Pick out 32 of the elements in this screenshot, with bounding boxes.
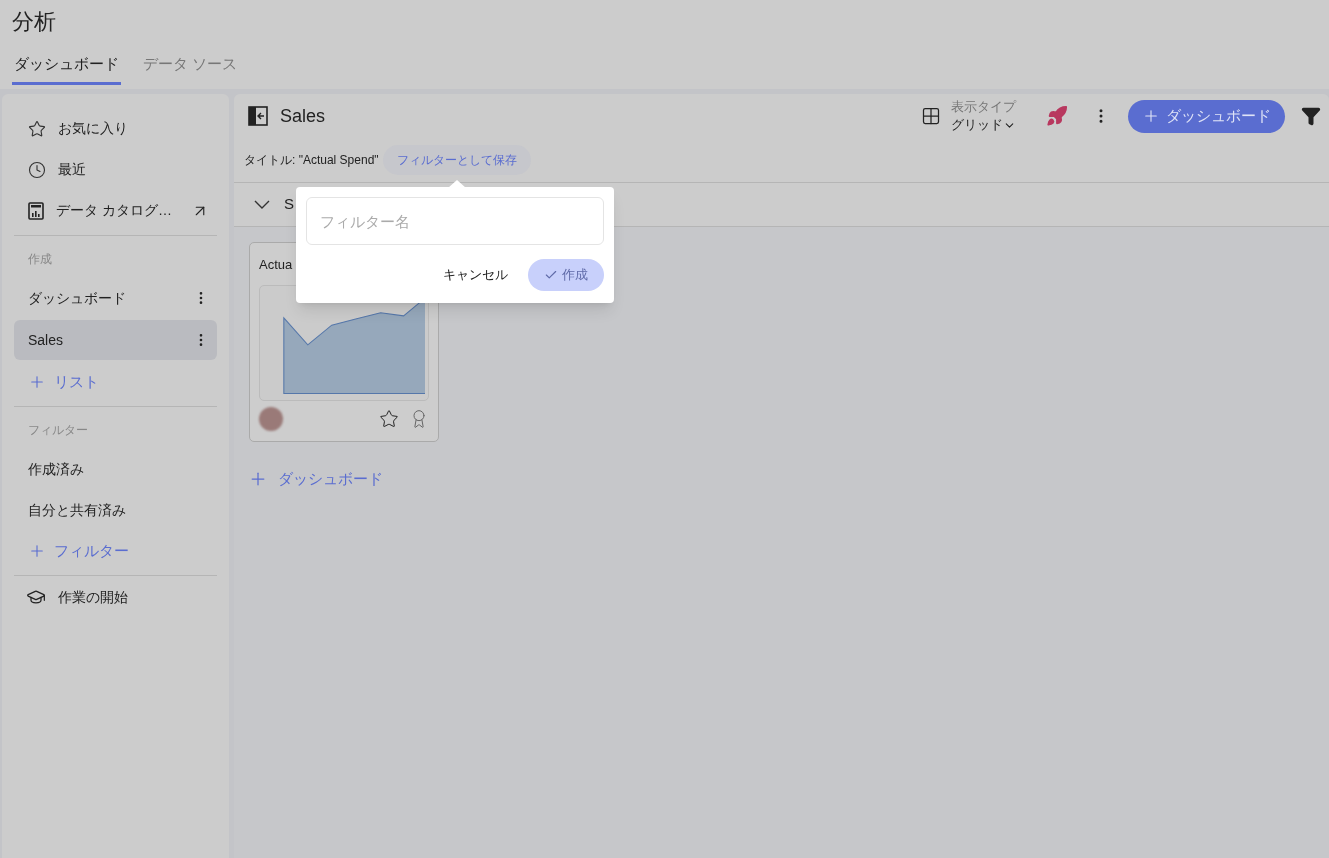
grid-icon bbox=[921, 106, 941, 126]
sidebar-item[interactable]: データ カタログ… bbox=[14, 190, 217, 231]
list-item[interactable]: ダッシュボード bbox=[14, 278, 217, 318]
sidebar-item[interactable]: 最近 bbox=[14, 149, 217, 190]
page-title: Sales bbox=[280, 104, 326, 128]
star-icon bbox=[28, 119, 46, 138]
report-icon bbox=[28, 201, 44, 220]
list-item[interactable]: 作成済み bbox=[14, 449, 217, 490]
collapse-panel-icon[interactable] bbox=[248, 106, 268, 126]
list-item[interactable]: Sales bbox=[14, 320, 217, 360]
cancel-button[interactable]: キャンセル bbox=[443, 265, 508, 285]
filter-icon[interactable] bbox=[1301, 106, 1321, 126]
filter-name-input[interactable]: フィルター名 bbox=[306, 197, 604, 245]
filter-label: タイトル: "Actual Spend" bbox=[244, 152, 379, 169]
view-type-selector[interactable]: 表示タイプ グリッド bbox=[921, 98, 1016, 134]
tab[interactable]: ダッシュボード bbox=[12, 53, 121, 85]
star-icon[interactable] bbox=[379, 408, 399, 429]
plus-icon bbox=[28, 373, 46, 391]
add-dashboard-button[interactable]: ダッシュボード bbox=[1128, 99, 1285, 133]
clock-icon bbox=[28, 160, 46, 179]
sidebar-item[interactable]: 作業の開始 bbox=[14, 576, 217, 618]
plus-icon bbox=[1142, 107, 1160, 125]
chevron-down-icon bbox=[254, 200, 270, 209]
list-item[interactable]: 自分と共有済み bbox=[14, 490, 217, 531]
section-heading: 作成 bbox=[27, 251, 52, 268]
check-icon bbox=[544, 268, 558, 282]
app-title: 分析 bbox=[12, 8, 56, 36]
rocket-icon[interactable] bbox=[1046, 105, 1068, 127]
plus-icon bbox=[28, 542, 46, 560]
sidebar-item[interactable]: お気に入り bbox=[14, 108, 217, 149]
section-heading: フィルター bbox=[27, 422, 88, 439]
avatar bbox=[259, 406, 283, 431]
